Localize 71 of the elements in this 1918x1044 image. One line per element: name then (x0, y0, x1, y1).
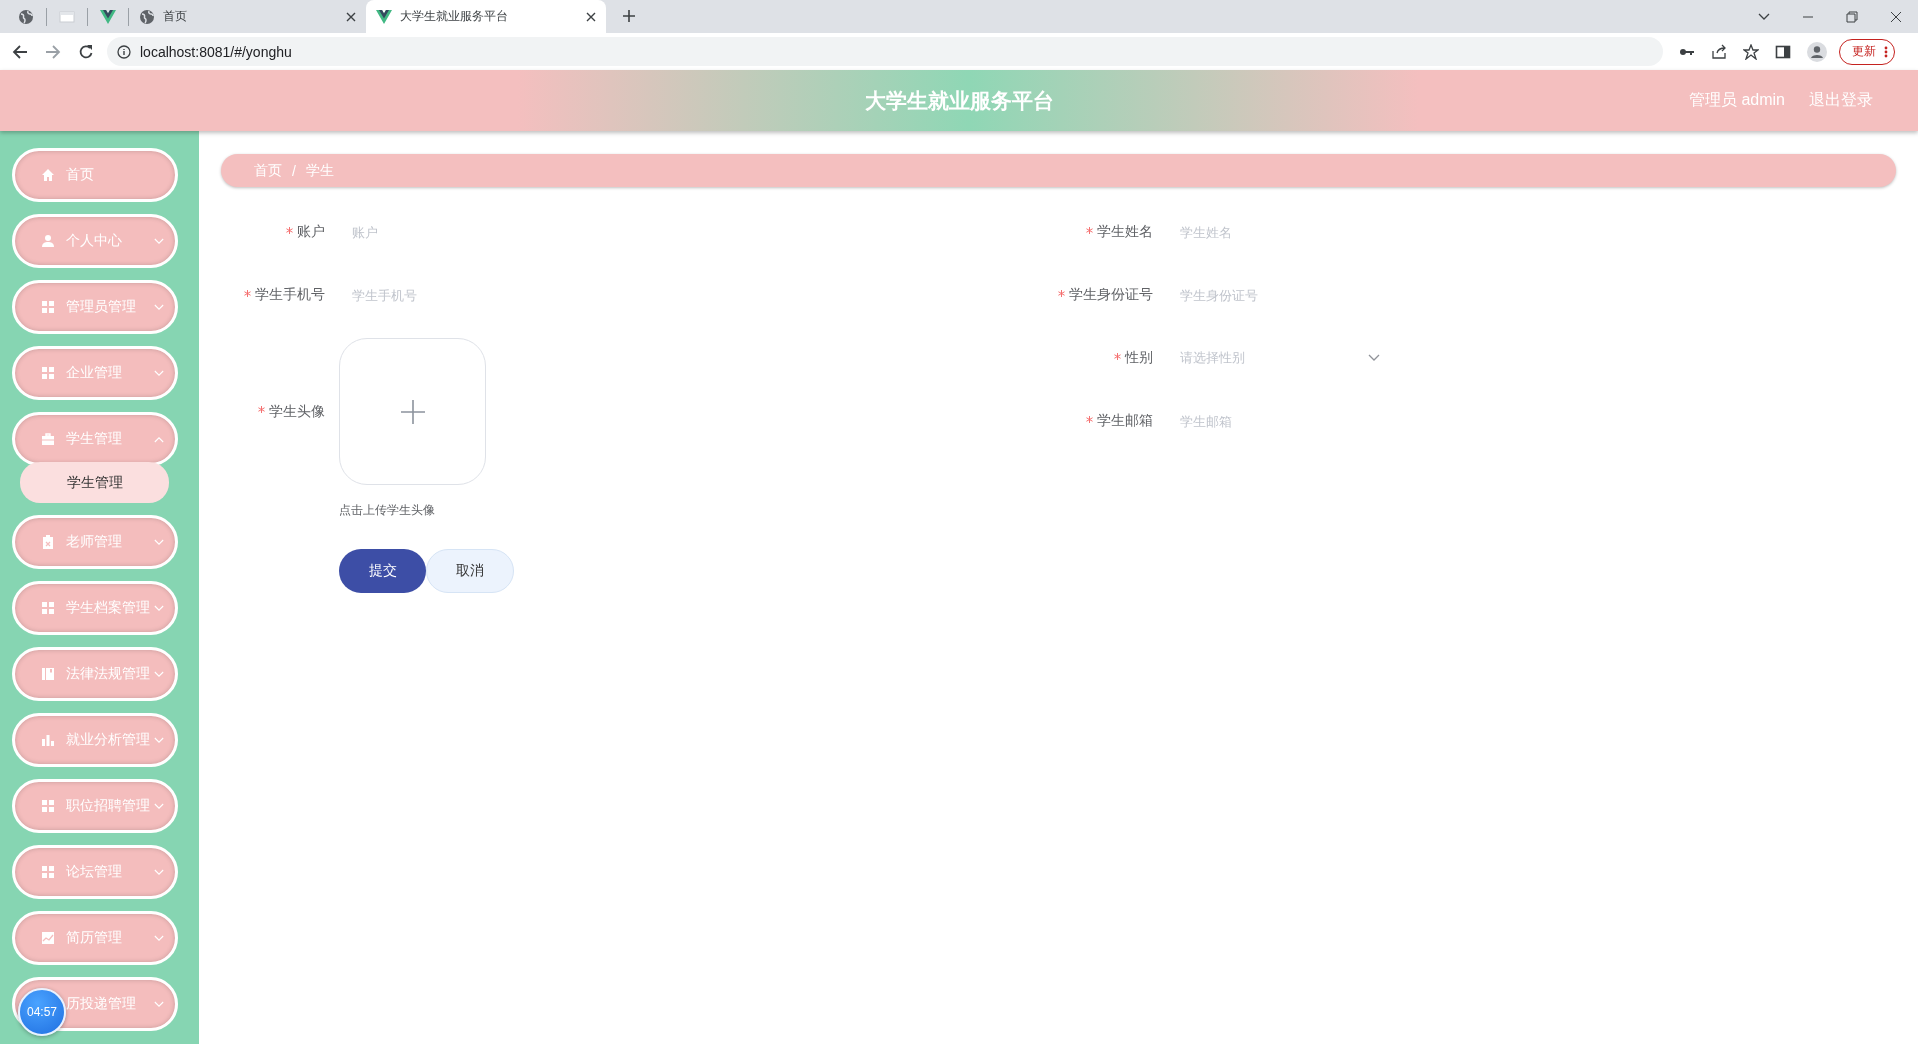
input-field[interactable]: 学生手机号 (339, 277, 739, 313)
info-icon (117, 44, 131, 59)
more-icon (1884, 45, 1888, 58)
select-field[interactable]: 请选择性别 (1167, 340, 1380, 376)
briefcase-icon (41, 432, 55, 446)
input-field[interactable]: 学生姓名 (1167, 214, 1567, 250)
restore-icon[interactable] (1846, 10, 1858, 23)
grid-icon (41, 865, 55, 879)
user-name: 管理员 admin (1688, 90, 1785, 110)
menu-item[interactable]: 法律法规管理 (12, 647, 178, 701)
line-chart-icon (41, 931, 55, 945)
input-field[interactable]: 学生邮箱 (1167, 403, 1567, 439)
field-label: 学生邮箱 (1097, 412, 1153, 430)
reload-icon[interactable] (78, 43, 94, 60)
input-field[interactable]: 学生身份证号 (1167, 277, 1567, 313)
field-label: 学生头像 (269, 402, 325, 421)
menu-item[interactable]: 首页 (12, 148, 178, 202)
grid-icon (41, 300, 55, 314)
bar-chart-icon (41, 733, 55, 747)
star-icon[interactable] (1743, 43, 1759, 60)
profile-icon[interactable] (1807, 41, 1827, 62)
close-icon[interactable] (1890, 10, 1902, 23)
submit-button[interactable]: 提交 (339, 549, 426, 593)
menu-item[interactable]: 论坛管理 (12, 845, 178, 899)
book-icon (41, 667, 55, 681)
breadcrumb-link[interactable]: 首页 (254, 161, 282, 180)
user-icon (41, 234, 55, 248)
menu-item[interactable]: 老师管理 (12, 515, 178, 569)
grid-icon (41, 799, 55, 813)
browser-tab[interactable]: 大学生就业服务平台 (366, 0, 606, 33)
field-label: 学生姓名 (1097, 223, 1153, 241)
menu-item[interactable]: 职位招聘管理 (12, 779, 178, 833)
menu-item[interactable]: 简历管理 (12, 911, 178, 965)
window-icon (59, 8, 75, 25)
menu-item[interactable]: 学生管理 (12, 412, 178, 466)
grid-icon (41, 366, 55, 380)
field-label: 账户 (297, 223, 325, 241)
home-icon (41, 168, 55, 182)
globe-icon (139, 8, 155, 25)
field-label: 学生身份证号 (1069, 286, 1153, 304)
new-tab-icon[interactable] (622, 9, 636, 23)
close-icon[interactable] (586, 11, 596, 22)
grid-icon (41, 601, 55, 615)
field-label: 性别 (1125, 349, 1153, 367)
upload-hint: 点击上传学生头像 (339, 502, 436, 519)
submenu-item[interactable]: 学生管理 (20, 462, 169, 503)
field-label: 学生手机号 (255, 286, 325, 304)
forward-icon[interactable] (45, 43, 61, 60)
menu-item[interactable]: 个人中心 (12, 214, 178, 268)
back-icon[interactable] (12, 43, 28, 60)
cancel-button[interactable]: 取消 (426, 549, 514, 593)
globe-icon (18, 8, 34, 25)
menu-item[interactable]: 学生档案管理 (12, 581, 178, 635)
breadcrumb-separator: / (292, 162, 296, 179)
app-title: 大学生就业服务平台 (864, 87, 1054, 114)
v-shape-icon (376, 8, 392, 25)
clipboard-icon (41, 535, 55, 549)
menu-item[interactable]: 管理员管理 (12, 280, 178, 334)
breadcrumb-link[interactable]: 学生 (305, 161, 334, 180)
input-field[interactable]: 账户 (339, 214, 739, 250)
v-shape-icon (100, 8, 116, 25)
update-button[interactable]: 更新 (1839, 38, 1895, 65)
browser-tab[interactable]: 首页 (129, 0, 366, 33)
plus-icon (400, 399, 425, 424)
share-icon[interactable] (1711, 43, 1727, 60)
close-icon[interactable] (346, 11, 356, 22)
address-bar[interactable]: localhost:8081/#/yonghu (107, 37, 1663, 66)
menu-item[interactable]: 就业分析管理 (12, 713, 178, 767)
side-panel-icon[interactable] (1775, 43, 1791, 60)
logout-link[interactable]: 退出登录 (1809, 90, 1873, 111)
menu-item[interactable]: 企业管理 (12, 346, 178, 400)
